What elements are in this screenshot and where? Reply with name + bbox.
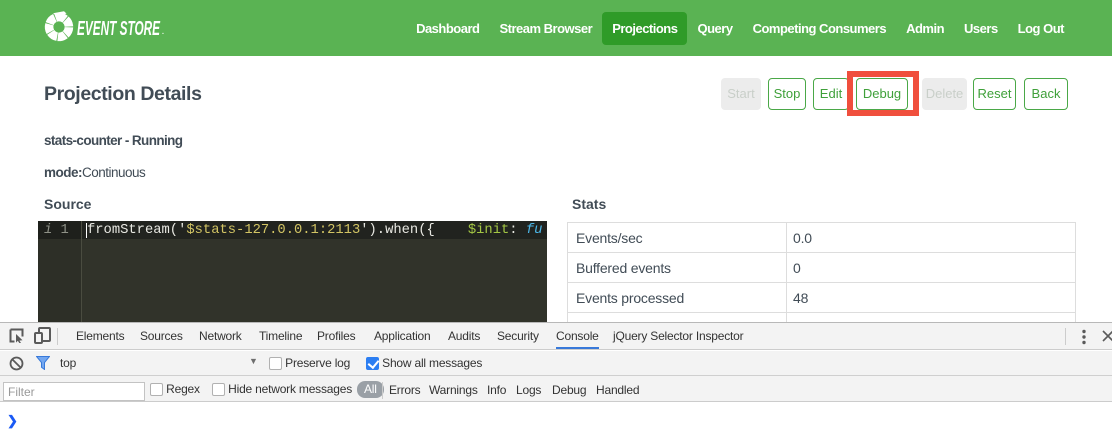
svg-text:.: .: [162, 29, 164, 36]
svg-text:EVENT STORE: EVENT STORE: [77, 18, 160, 40]
